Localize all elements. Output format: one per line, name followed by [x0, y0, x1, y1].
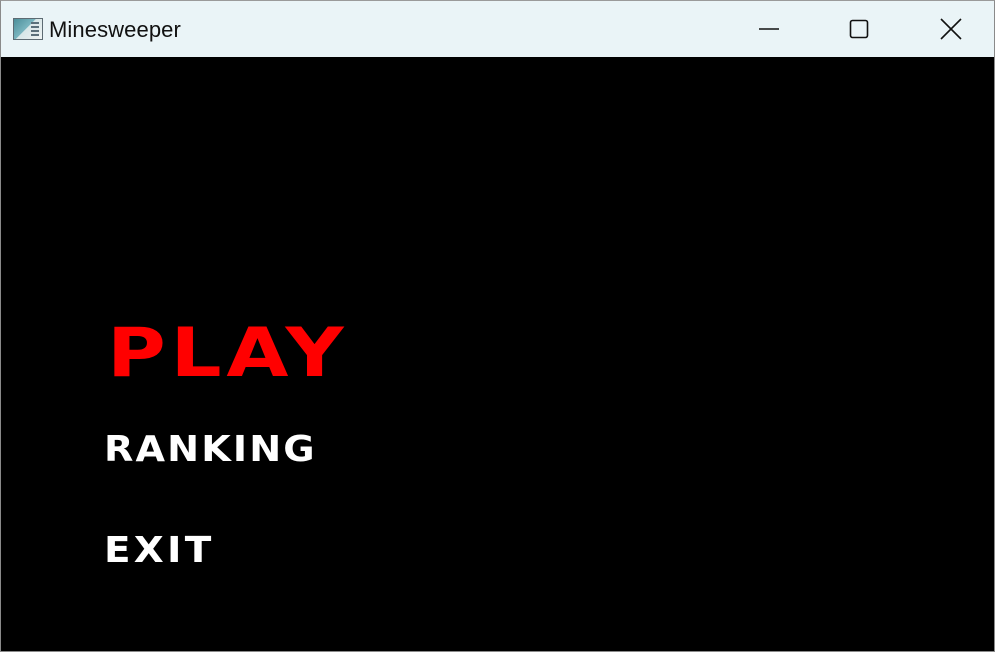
- exit-button[interactable]: EXIT: [104, 533, 214, 569]
- main-menu-screen: PLAY RANKING EXIT: [1, 57, 994, 651]
- maximize-button[interactable]: [813, 1, 905, 57]
- window-title: Minesweeper: [49, 17, 181, 42]
- close-button[interactable]: [905, 1, 994, 57]
- minesweeper-window: Minesweeper PLAY RANKING EXIT: [0, 0, 995, 652]
- ranking-button[interactable]: RANKING: [104, 432, 317, 468]
- maximize-icon: [849, 19, 869, 39]
- play-button[interactable]: PLAY: [107, 320, 348, 388]
- minimize-icon: [759, 28, 779, 30]
- minimize-button[interactable]: [723, 1, 815, 57]
- close-icon: [940, 18, 962, 40]
- title-bar[interactable]: Minesweeper: [1, 1, 994, 57]
- minesweeper-app-icon: [13, 18, 43, 40]
